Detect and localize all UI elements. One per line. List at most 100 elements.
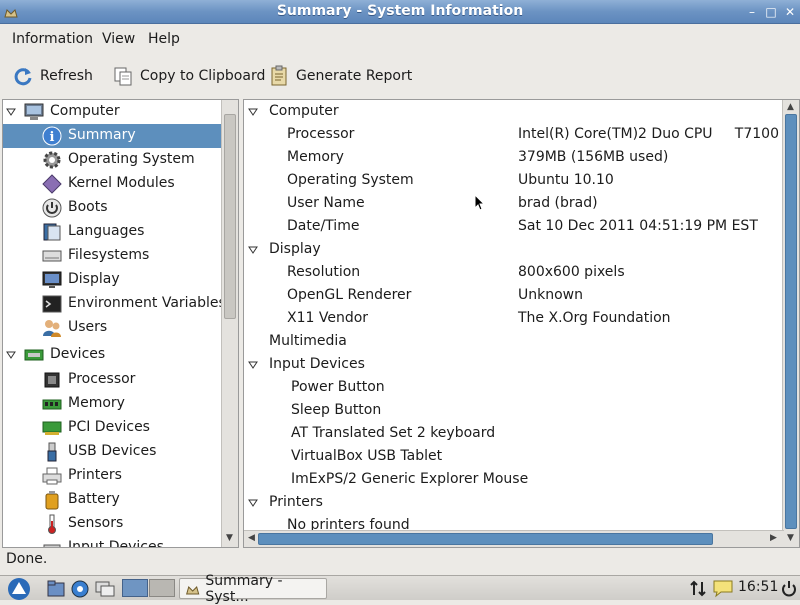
scroll-down-icon[interactable]: ▼: [783, 531, 798, 546]
tree-item-environment-variables[interactable]: Environment Variables: [3, 292, 226, 316]
detail-key: Power Button: [291, 379, 385, 395]
tree-group-computer[interactable]: Computer: [3, 100, 221, 124]
expander-icon[interactable]: [6, 350, 16, 360]
tree-item-usb-devices[interactable]: USB Devices: [3, 440, 221, 464]
expander-icon[interactable]: [248, 498, 258, 508]
scroll-down-icon[interactable]: ▼: [222, 531, 237, 546]
horizontal-scrollbar[interactable]: ◀ ▶: [244, 530, 784, 547]
detail-row[interactable]: Operating System Ubuntu 10.10: [244, 169, 784, 193]
section-label: Display: [269, 241, 321, 257]
workspace-1[interactable]: [122, 579, 148, 597]
show-desktop-icon[interactable]: [94, 579, 116, 598]
scroll-right-icon[interactable]: ▶: [766, 531, 781, 546]
menu-information[interactable]: Information: [12, 31, 93, 47]
report-label: Generate Report: [296, 68, 413, 84]
tree-item-pci-devices[interactable]: PCI Devices: [3, 416, 221, 440]
detail-row[interactable]: Power Button: [244, 376, 784, 400]
detail-key: OpenGL Renderer: [287, 287, 412, 303]
tree-item-battery[interactable]: Battery: [3, 488, 221, 512]
scroll-thumb[interactable]: [258, 533, 713, 545]
start-menu-icon[interactable]: [4, 577, 34, 600]
tree-label: USB Devices: [68, 443, 157, 459]
detail-row[interactable]: Memory 379MB (156MB used): [244, 146, 784, 170]
section-printers[interactable]: Printers: [244, 491, 764, 515]
detail-row[interactable]: X11 Vendor The X.Org Foundation: [244, 307, 784, 331]
expander-icon[interactable]: [248, 107, 258, 117]
refresh-button[interactable]: Refresh: [12, 62, 93, 90]
minimize-button[interactable]: –: [744, 4, 760, 20]
tree-item-display[interactable]: Display: [3, 268, 221, 292]
svg-text:i: i: [50, 130, 55, 145]
tree-item-boots[interactable]: Boots: [3, 196, 221, 220]
tree-item-memory[interactable]: Memory: [3, 392, 221, 416]
tree-item-users[interactable]: Users: [3, 316, 221, 340]
copy-to-clipboard-button[interactable]: Copy to Clipboard: [112, 62, 265, 90]
thermometer-icon: [48, 514, 56, 534]
detail-row[interactable]: Date/Time Sat 10 Dec 2011 04:51:19 PM ES…: [244, 215, 784, 239]
generate-report-button[interactable]: Generate Report: [268, 62, 412, 90]
detail-row[interactable]: Processor Intel(R) Core(TM)2 Duo CPU T71…: [244, 123, 799, 147]
scroll-thumb[interactable]: [224, 114, 236, 319]
detail-key: User Name: [287, 195, 365, 211]
tree-item-sensors[interactable]: Sensors: [3, 512, 221, 536]
detail-row[interactable]: Sleep Button: [244, 399, 784, 423]
section-label: Multimedia: [269, 333, 347, 349]
tree-item-processor[interactable]: Processor: [3, 368, 221, 392]
detail-key: Operating System: [287, 172, 414, 188]
section-input-devices[interactable]: Input Devices: [244, 353, 764, 377]
menu-help[interactable]: Help: [148, 31, 180, 47]
expander-icon[interactable]: [248, 360, 258, 370]
expander-icon[interactable]: [248, 245, 258, 255]
tree-label: Boots: [68, 199, 108, 215]
app-icon: [186, 585, 200, 594]
file-manager-icon[interactable]: [46, 579, 66, 598]
workspace-2[interactable]: [149, 579, 175, 597]
detail-row[interactable]: OpenGL Renderer Unknown: [244, 284, 784, 308]
menu-view[interactable]: View: [102, 31, 135, 47]
tree-item-input-devices[interactable]: Input Devices: [3, 536, 221, 547]
detail-row[interactable]: Resolution 800x600 pixels: [244, 261, 784, 285]
clock[interactable]: 16:51: [738, 579, 778, 595]
tree-label: Display: [68, 271, 120, 287]
detail-value: Sat 10 Dec 2011 04:51:19 PM EST: [518, 218, 758, 234]
tree-item-languages[interactable]: Languages: [3, 220, 221, 244]
module-icon: [42, 174, 62, 194]
scroll-left-icon[interactable]: ◀: [244, 531, 259, 546]
power-button-icon[interactable]: [780, 579, 798, 598]
detail-key: Memory: [287, 149, 344, 165]
right-vertical-scrollbar[interactable]: ▲ ▼: [782, 100, 799, 547]
summary-icon: i: [42, 126, 62, 146]
tree-label: Sensors: [68, 515, 124, 531]
notification-icon[interactable]: [712, 579, 734, 598]
tree-group-devices[interactable]: Devices: [3, 343, 221, 367]
section-multimedia[interactable]: Multimedia: [244, 330, 764, 354]
detail-row[interactable]: VirtualBox USB Tablet: [244, 445, 784, 469]
close-button[interactable]: ✕: [782, 4, 798, 20]
tree-item-kernel-modules[interactable]: Kernel Modules: [3, 172, 221, 196]
section-display[interactable]: Display: [244, 238, 764, 262]
browser-icon[interactable]: [70, 579, 90, 598]
taskbar-window-button[interactable]: Summary - Syst...: [179, 573, 327, 605]
network-icon[interactable]: [688, 579, 708, 598]
section-computer[interactable]: Computer: [244, 100, 764, 124]
expander-icon[interactable]: [6, 107, 16, 117]
maximize-button[interactable]: □: [763, 4, 779, 20]
navigation-tree: Computer i Summary Operating System Kern…: [2, 99, 239, 548]
tree-label: Operating System: [68, 151, 195, 167]
tree-item-printers[interactable]: Printers: [3, 464, 221, 488]
detail-row[interactable]: ImExPS/2 Generic Explorer Mouse: [244, 468, 784, 492]
status-text: Done.: [6, 551, 48, 567]
section-label: Input Devices: [269, 356, 365, 372]
tree-item-operating-system[interactable]: Operating System: [3, 148, 221, 172]
scroll-thumb[interactable]: [785, 114, 797, 529]
tree-item-filesystems[interactable]: Filesystems: [3, 244, 221, 268]
tree-item-summary[interactable]: i Summary: [3, 124, 221, 148]
detail-value: Ubuntu 10.10: [518, 172, 614, 188]
printer-icon: [42, 467, 62, 485]
detail-key: X11 Vendor: [287, 310, 369, 326]
left-vertical-scrollbar[interactable]: ▼: [221, 100, 238, 547]
usb-icon: [47, 442, 57, 462]
detail-row[interactable]: User Name brad (brad): [244, 192, 784, 216]
detail-row[interactable]: AT Translated Set 2 keyboard: [244, 422, 784, 446]
scroll-up-icon[interactable]: ▲: [783, 100, 798, 115]
